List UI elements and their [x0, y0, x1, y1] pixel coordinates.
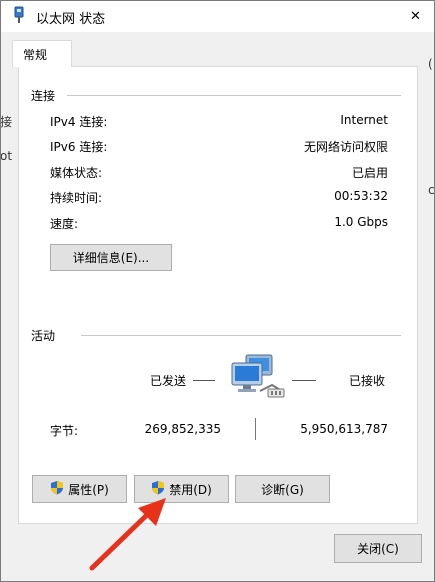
speed-label: 速度: — [50, 217, 79, 231]
speed-value: 1.0 Gbps — [334, 215, 388, 229]
connection-section-title: 连接 — [31, 89, 56, 103]
sent-label: 已发送 — [150, 374, 187, 388]
background-fragment: c — [428, 183, 435, 197]
network-adapter-icon — [13, 6, 25, 24]
tab-general[interactable]: 常规 — [12, 40, 72, 67]
window-title: 以太网 状态 — [36, 12, 106, 27]
uac-shield-icon — [50, 480, 64, 498]
received-label: 已接收 — [349, 374, 386, 388]
disable-button-label: 禁用(D) — [169, 482, 212, 497]
close-icon: ✕ — [410, 8, 421, 24]
background-fragment: ( — [428, 57, 433, 71]
diagnose-button[interactable]: 诊断(G) — [235, 475, 330, 503]
close-button[interactable]: 关闭(C) — [334, 534, 422, 563]
tab-label: 常规 — [23, 48, 48, 62]
title-bar[interactable]: 以太网 状态 ✕ — [0, 0, 435, 32]
connection-divider — [67, 95, 401, 96]
duration-label: 持续时间: — [50, 191, 103, 205]
duration-value: 00:53:32 — [334, 189, 388, 203]
bytes-separator — [255, 418, 256, 440]
general-panel: 连接 IPv4 连接: Internet IPv6 连接: 无网络访问权限 媒体… — [18, 66, 418, 524]
annotation-arrow-icon — [86, 496, 170, 572]
close-button-label: 关闭(C) — [357, 542, 399, 556]
background-fragment: 接 — [0, 115, 13, 129]
received-line — [292, 380, 316, 381]
diagnose-button-label: 诊断(G) — [261, 482, 304, 497]
ipv4-value: Internet — [340, 113, 388, 127]
activity-divider — [81, 335, 401, 336]
sent-line — [193, 380, 215, 381]
activity-section-title: 活动 — [31, 329, 56, 343]
media-state-value: 已启用 — [351, 166, 388, 180]
properties-button-label: 属性(P) — [68, 482, 109, 497]
background-fragment: ot — [0, 149, 13, 163]
close-window-button[interactable]: ✕ — [396, 0, 435, 32]
bytes-received-value: 5,950,613,787 — [300, 422, 388, 436]
ipv6-label: IPv6 连接: — [50, 140, 108, 154]
details-button-label: 详细信息(E)... — [72, 251, 150, 265]
details-button[interactable]: 详细信息(E)... — [50, 244, 172, 271]
media-state-label: 媒体状态: — [50, 166, 103, 180]
bytes-sent-value: 269,852,335 — [144, 422, 221, 436]
bytes-label: 字节: — [50, 424, 79, 438]
ipv6-value: 无网络访问权限 — [303, 140, 388, 154]
ipv4-label: IPv4 连接: — [50, 115, 108, 129]
network-computers-icon — [230, 351, 290, 403]
